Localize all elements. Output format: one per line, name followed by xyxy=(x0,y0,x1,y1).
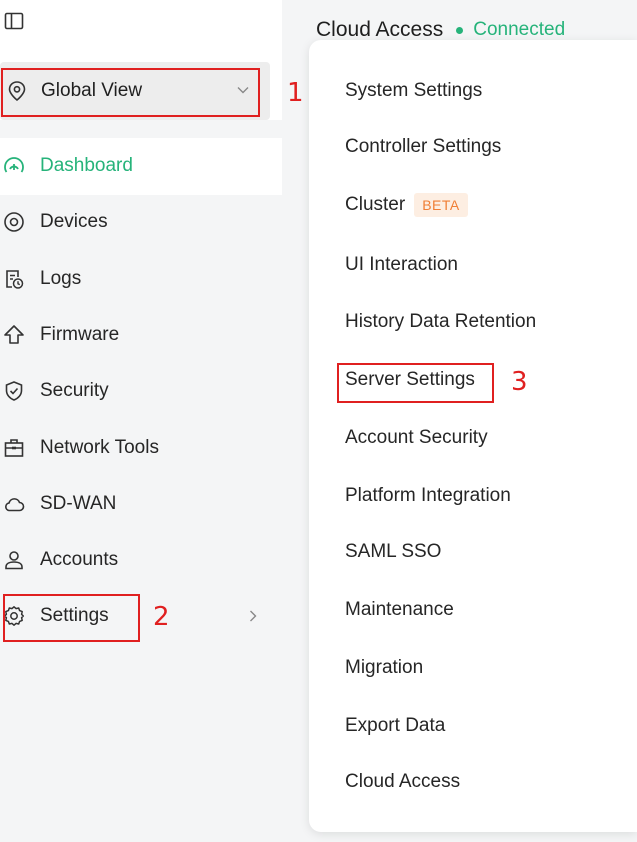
callout-box-step-2 xyxy=(3,594,140,642)
cloud-icon xyxy=(5,498,25,512)
beta-badge: BETA xyxy=(414,193,468,217)
menu-item-cluster[interactable]: Cluster BETA xyxy=(345,189,468,221)
logs-icon xyxy=(6,270,24,289)
menu-item-platform-integration[interactable]: Platform Integration xyxy=(345,480,511,512)
devices-icon xyxy=(4,212,24,232)
menu-item-system-settings[interactable]: System Settings xyxy=(345,75,482,107)
dashboard-gauge-icon xyxy=(4,157,24,173)
firmware-upload-icon xyxy=(4,325,24,344)
menu-item-migration[interactable]: Migration xyxy=(345,652,423,684)
callout-number-2: 2 xyxy=(153,602,170,632)
connection-status: Connected xyxy=(473,19,566,40)
callout-box-step-1 xyxy=(1,68,260,117)
sidebar-item-logs[interactable]: Logs xyxy=(0,251,282,307)
sidebar-item-label: Dashboard xyxy=(40,155,133,176)
sidebar-item-dashboard[interactable]: Dashboard xyxy=(0,138,282,194)
sidebar-item-label: Firmware xyxy=(40,324,120,345)
settings-submenu: System Settings Controller Settings Clus… xyxy=(309,40,637,832)
menu-item-history-data-retention[interactable]: History Data Retention xyxy=(345,306,536,338)
menu-item-cloud-access[interactable]: Cloud Access xyxy=(345,766,460,798)
sidebar-item-label: Security xyxy=(40,380,109,401)
menu-item-label: Cluster xyxy=(345,194,406,215)
sidebar-item-label: Logs xyxy=(40,268,82,289)
sidebar-item-security[interactable]: Security xyxy=(0,363,282,419)
sidebar-item-label: Accounts xyxy=(40,549,119,570)
sidebar-item-network-tools[interactable]: Network Tools xyxy=(0,420,282,476)
sidebar-item-accounts[interactable]: Accounts xyxy=(0,532,282,588)
sidebar-item-label: SD-WAN xyxy=(40,493,117,514)
sidebar: Global View Dashboard Devices Logs Firmw… xyxy=(0,0,282,842)
menu-item-controller-settings[interactable]: Controller Settings xyxy=(345,131,501,163)
sidebar-item-label: Network Tools xyxy=(40,437,159,458)
shield-check-icon xyxy=(5,381,23,401)
sidebar-item-sd-wan[interactable]: SD-WAN xyxy=(0,476,282,532)
menu-item-maintenance[interactable]: Maintenance xyxy=(345,594,454,626)
callout-number-3: 3 xyxy=(511,367,528,397)
menu-item-saml-sso[interactable]: SAML SSO xyxy=(345,536,441,568)
sidebar-item-devices[interactable]: Devices xyxy=(0,194,282,250)
menu-item-export-data[interactable]: Export Data xyxy=(345,710,445,742)
page-title: Cloud Access xyxy=(316,18,444,41)
menu-item-ui-interaction[interactable]: UI Interaction xyxy=(345,249,458,281)
menu-item-account-security[interactable]: Account Security xyxy=(345,422,488,454)
toolbox-icon xyxy=(4,439,24,457)
callout-number-1: 1 xyxy=(287,78,304,108)
status-dot xyxy=(456,26,464,34)
sidebar-item-firmware[interactable]: Firmware xyxy=(0,307,282,363)
sidebar-toggle-icon[interactable] xyxy=(4,11,24,31)
callout-box-step-3 xyxy=(337,363,494,403)
sidebar-item-label: Devices xyxy=(40,211,108,232)
chevron-right-icon xyxy=(250,610,257,622)
user-icon xyxy=(5,551,23,570)
